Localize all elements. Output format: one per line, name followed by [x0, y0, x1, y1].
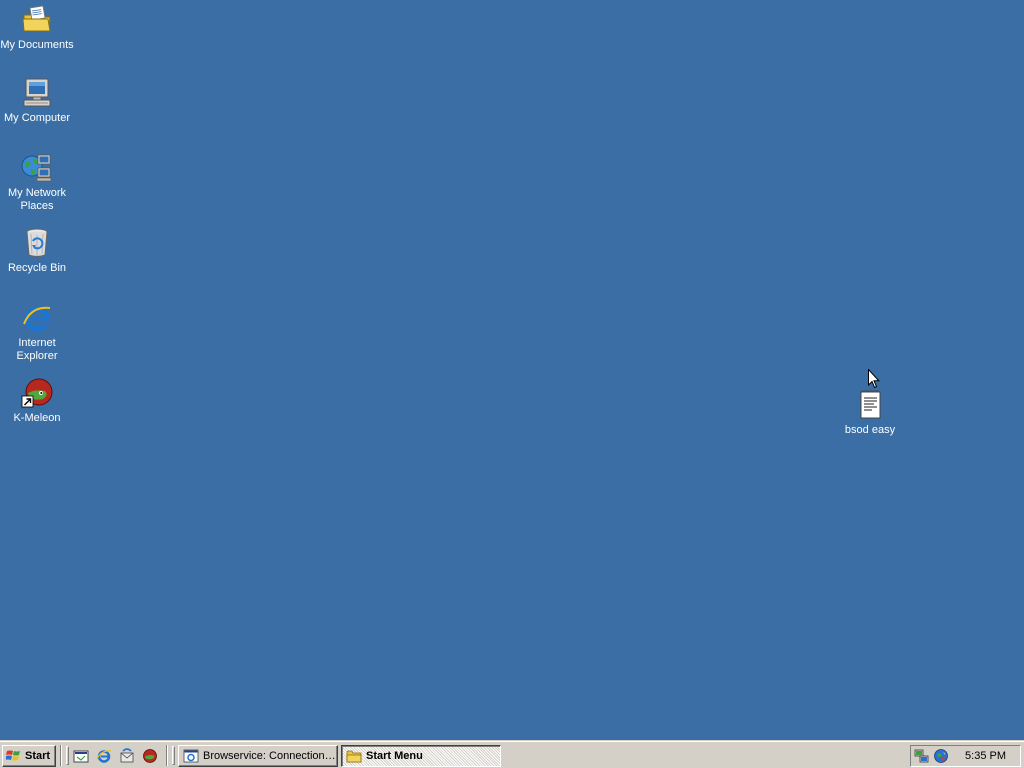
taskbar-separator: [166, 745, 168, 766]
show-desktop-icon[interactable]: [73, 748, 90, 764]
start-button[interactable]: Start: [2, 745, 56, 767]
windows-logo-icon: [6, 750, 20, 761]
internet-explorer-icon: [21, 302, 53, 334]
desktop-icon-label: My Network Places: [7, 187, 67, 212]
desktop: My Documents My Computer My Network Plac…: [0, 0, 1024, 740]
network-places-icon: [21, 152, 53, 184]
desktop-icon-bsod-easy[interactable]: bsod easy: [833, 389, 907, 437]
desktop-icon-recycle-bin[interactable]: Recycle Bin: [0, 227, 74, 275]
outlook-express-icon[interactable]: [119, 748, 136, 764]
task-button-browservice[interactable]: Browservice: Connection I...: [178, 745, 338, 767]
task-button-start-menu[interactable]: Start Menu: [341, 745, 501, 767]
desktop-icon-my-computer[interactable]: My Computer: [0, 77, 74, 125]
recycle-bin-icon: [21, 227, 53, 259]
clock[interactable]: 5:35 PM: [965, 750, 1006, 762]
desktop-icon-my-network-places[interactable]: My Network Places: [0, 152, 74, 213]
desktop-icon-label: bsod easy: [844, 424, 896, 436]
start-label: Start: [25, 750, 51, 762]
text-document-icon: [854, 389, 886, 421]
task-label: Browservice: Connection I...: [203, 750, 337, 762]
taskbar-separator: [60, 745, 62, 766]
k-meleon-icon[interactable]: [142, 748, 159, 764]
volume-icon[interactable]: [933, 748, 949, 764]
desktop-icon-label: My Documents: [0, 39, 74, 51]
desktop-icon-my-documents[interactable]: My Documents: [0, 4, 74, 52]
desktop-icon-k-meleon[interactable]: K-Meleon: [0, 377, 74, 425]
computer-icon: [21, 77, 53, 109]
folder-icon: [346, 750, 362, 763]
task-list-grip[interactable]: [172, 746, 175, 765]
desktop-icon-label: Recycle Bin: [7, 262, 67, 274]
system-tray: 5:35 PM: [910, 745, 1021, 767]
browser-window-icon: [183, 749, 199, 763]
desktop-icon-internet-explorer[interactable]: Internet Explorer: [0, 302, 74, 363]
desktop-icon-label: Internet Explorer: [16, 337, 58, 362]
mouse-cursor-icon: [868, 368, 880, 389]
k-meleon-icon: [21, 377, 53, 409]
internet-explorer-icon[interactable]: [96, 748, 113, 764]
network-icon[interactable]: [914, 748, 930, 764]
taskbar: Start Browservice: Connection I... Start…: [0, 740, 1024, 768]
folder-documents-icon: [21, 4, 53, 36]
desktop-icon-label: K-Meleon: [13, 412, 61, 424]
quick-launch-grip[interactable]: [66, 746, 69, 765]
desktop-icon-label: My Computer: [3, 112, 71, 124]
task-label: Start Menu: [366, 750, 423, 762]
